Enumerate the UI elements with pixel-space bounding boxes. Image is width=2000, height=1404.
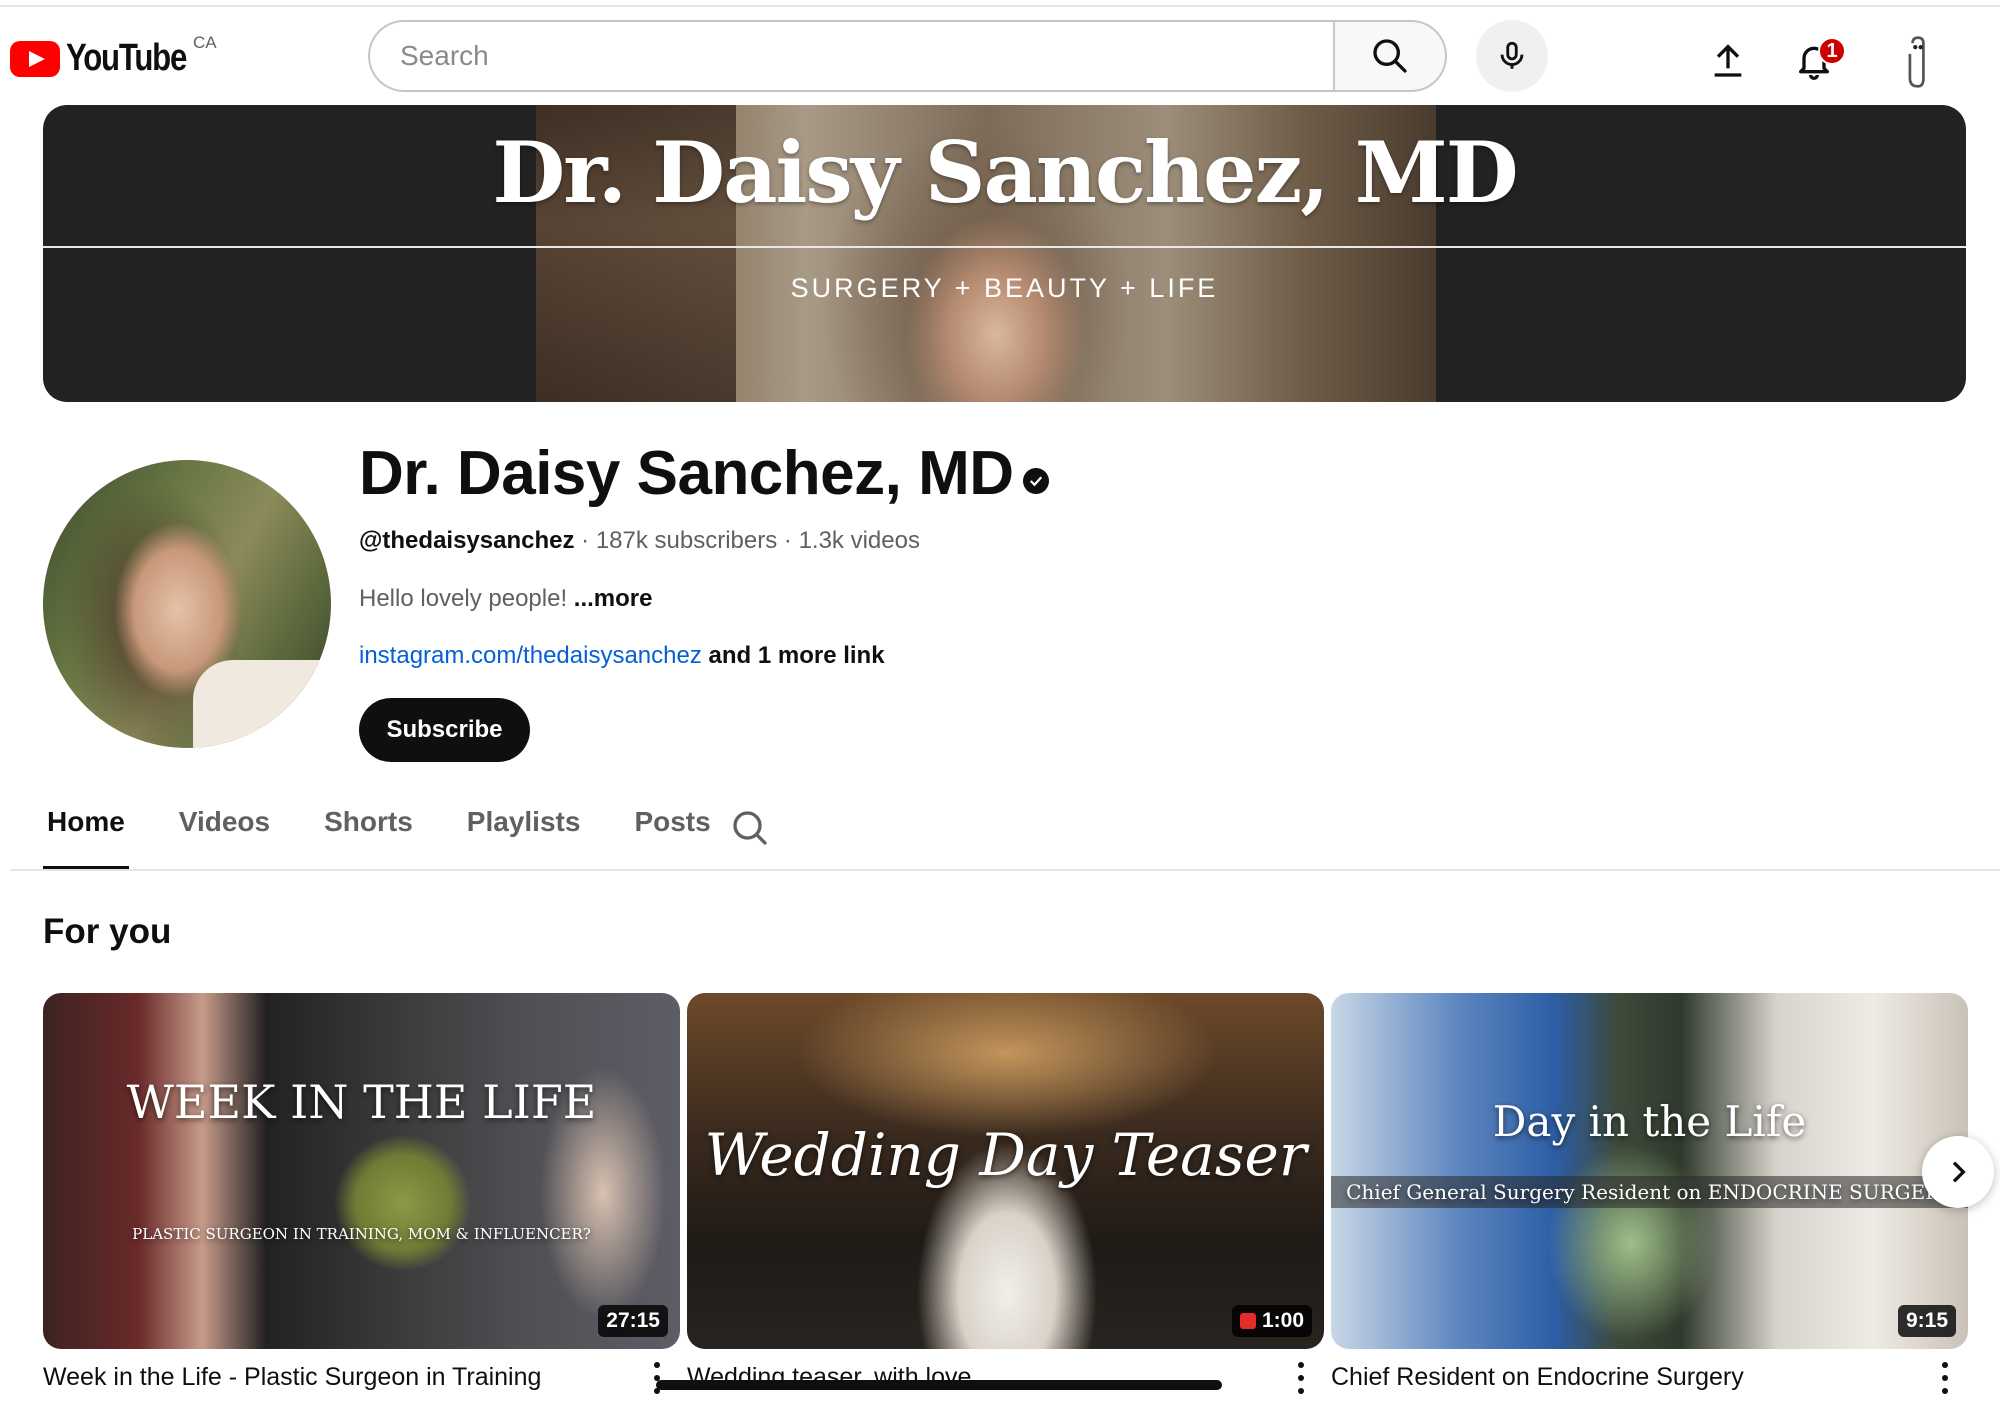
duration-text: 9:15 [1905, 1309, 1948, 1332]
channel-banner: Dr. Daisy Sanchez, MD SURGERY + BEAUTY +… [43, 105, 1966, 402]
description-more-link[interactable]: ...more [574, 585, 653, 612]
video-title[interactable]: Chief Resident on Endocrine Surgery [1331, 1363, 1744, 1392]
tab-videos[interactable]: Videos [175, 790, 274, 870]
notification-badge: 1 [1818, 37, 1846, 65]
thumbnail-subtitle: Chief General Surgery Resident on ENDOCR… [1331, 1176, 1968, 1208]
search-icon [733, 811, 767, 845]
home-indicator [656, 1380, 1222, 1390]
video-card[interactable]: Day in the Life Chief General Surgery Re… [1331, 993, 1968, 1394]
search-button[interactable] [1333, 20, 1447, 92]
upload-button[interactable] [1700, 32, 1756, 88]
subscriber-count: 187k subscribers [595, 527, 778, 554]
search-input[interactable] [370, 22, 1334, 90]
masthead: YouTube CA 1 [0, 7, 2000, 103]
channel-links: instagram.com/thedaisysanchez and 1 more… [359, 642, 885, 670]
channel-search-button[interactable] [728, 806, 772, 850]
banner-subtitle: SURGERY + BEAUTY + LIFE [790, 273, 1219, 303]
meta-separator: · [574, 527, 596, 554]
duration-badge: 27:15 [598, 1305, 668, 1337]
video-card[interactable]: WEEK IN THE LIFE PLASTIC SURGEON IN TRAI… [43, 993, 680, 1394]
video-card[interactable]: Wedding Day Teaser 1:00 Wedding teaser, … [687, 993, 1324, 1394]
logo-text: YouTube [66, 37, 187, 79]
channel-tabs: Home Videos Shorts Playlists Posts [43, 790, 761, 870]
channel-handle: @thedaisysanchez [359, 527, 575, 554]
channel-meta: @thedaisysanchez · 187k subscribers · 1.… [359, 527, 920, 555]
more-actions-icon[interactable] [647, 1359, 667, 1397]
tab-home[interactable]: Home [43, 790, 129, 870]
youtube-play-icon [10, 40, 60, 77]
mic-icon [1500, 41, 1524, 69]
duration-text: 27:15 [606, 1309, 660, 1332]
account-button[interactable] [1890, 32, 1946, 92]
video-thumbnail[interactable]: WEEK IN THE LIFE PLASTIC SURGEON IN TRAI… [43, 993, 680, 1349]
thumbnail-title: WEEK IN THE LIFE [126, 1075, 597, 1129]
country-code: CA [193, 33, 217, 52]
more-links-button[interactable]: and 1 more link [709, 642, 885, 669]
banner-rule [43, 246, 1966, 248]
top-rule [0, 0, 2000, 7]
verified-check-icon [1023, 468, 1049, 494]
tab-playlists[interactable]: Playlists [463, 790, 585, 870]
carousel-next-button[interactable] [1922, 1136, 1994, 1208]
tab-shorts[interactable]: Shorts [320, 790, 417, 870]
search-box [368, 20, 1334, 92]
tabs-divider [10, 869, 2000, 871]
video-thumbnail[interactable]: Day in the Life Chief General Surgery Re… [1331, 993, 1968, 1349]
description-text: Hello lovely people! [359, 585, 568, 612]
subscribe-button[interactable]: Subscribe [359, 698, 530, 762]
meta-separator: · [777, 527, 799, 554]
more-actions-icon[interactable] [1935, 1359, 1955, 1397]
duration-text: 1:00 [1261, 1309, 1304, 1332]
instagram-link[interactable]: instagram.com/thedaisysanchez [359, 642, 702, 669]
tab-posts[interactable]: Posts [630, 790, 714, 870]
banner-title: Dr. Daisy Sanchez, MD [492, 123, 1518, 222]
channel-avatar[interactable] [43, 460, 331, 748]
youtube-logo[interactable]: YouTube CA [10, 33, 217, 80]
search-icon [1373, 39, 1407, 73]
thumbnail-title: Day in the Life [1492, 1097, 1807, 1146]
duration-badge: 1:00 [1231, 1305, 1312, 1337]
video-count: 1.3k videos [798, 527, 920, 554]
channel-description[interactable]: Hello lovely people! ...more [359, 585, 653, 613]
upload-icon [1714, 44, 1742, 77]
voice-search-button[interactable] [1476, 20, 1548, 92]
chevron-right-icon [1952, 1161, 1966, 1183]
video-thumbnail[interactable]: Wedding Day Teaser 1:00 [687, 993, 1324, 1349]
section-title: For you [43, 912, 172, 951]
shorts-icon [1239, 1313, 1256, 1329]
thumbnail-subtitle: PLASTIC SURGEON IN TRAINING, MOM & INFLU… [132, 1225, 591, 1243]
avatar-shoulder [193, 660, 331, 748]
more-actions-icon[interactable] [1291, 1359, 1311, 1397]
thumbnail-title: Wedding Day Teaser [704, 1121, 1307, 1189]
channel-name: Dr. Daisy Sanchez, MD [359, 439, 1014, 508]
paperclip-avatar-icon [1908, 36, 1925, 88]
video-title[interactable]: Week in the Life - Plastic Surgeon in Tr… [43, 1363, 541, 1392]
duration-badge: 9:15 [1897, 1305, 1956, 1337]
